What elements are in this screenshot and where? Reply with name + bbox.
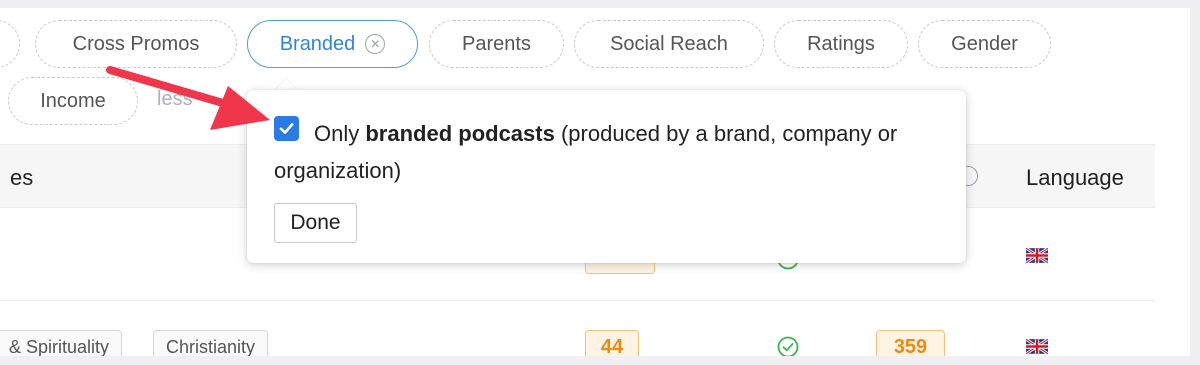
topic-tag[interactable]: Christianity [153,330,269,357]
filter-chip-social-reach[interactable]: Social Reach [574,20,764,68]
annotation-arrow-icon [106,66,270,130]
filter-chip-gender[interactable]: Gender [918,20,1051,68]
topic-tag[interactable]: & Spirituality [0,330,123,357]
filter-chip-partial[interactable] [0,20,20,68]
column-header-language[interactable]: Language [1026,165,1124,191]
tag-label: & Spirituality [9,336,110,357]
label-bold: branded podcasts [365,121,555,146]
chip-label: Branded [279,32,356,55]
branded-filter-popover: Only branded podcasts (produced by a bra… [247,90,966,263]
screen: Cross Promos Branded ✕ Parents Social Re… [0,0,1200,365]
metric-badge: 359 [876,330,945,356]
filter-chip-ratings[interactable]: Ratings [774,20,908,68]
uk-flag-icon [1026,339,1048,354]
tag-label: Christianity [166,336,256,357]
chip-label: Parents [462,32,531,55]
badge-value: 44 [600,335,624,357]
filter-chip-parents[interactable]: Parents [429,20,564,68]
done-button[interactable]: Done [274,203,357,243]
chip-label: Gender [951,32,1018,55]
uk-flag-icon [1026,248,1048,263]
column-header-topics[interactable]: es [10,165,33,191]
check-circle-icon [777,336,799,356]
chip-label: Cross Promos [72,32,200,55]
chip-label: Social Reach [610,32,728,55]
chip-label: Income [40,89,106,112]
chip-label: Ratings [807,32,875,55]
metric-badge: 44 [585,330,639,356]
row-divider [0,300,1155,301]
branded-only-label[interactable]: Only branded podcasts (produced by a bra… [274,115,944,189]
label-prefix: Only [314,121,366,146]
badge-value: 359 [893,335,928,357]
clear-filter-icon[interactable]: ✕ [365,34,386,54]
